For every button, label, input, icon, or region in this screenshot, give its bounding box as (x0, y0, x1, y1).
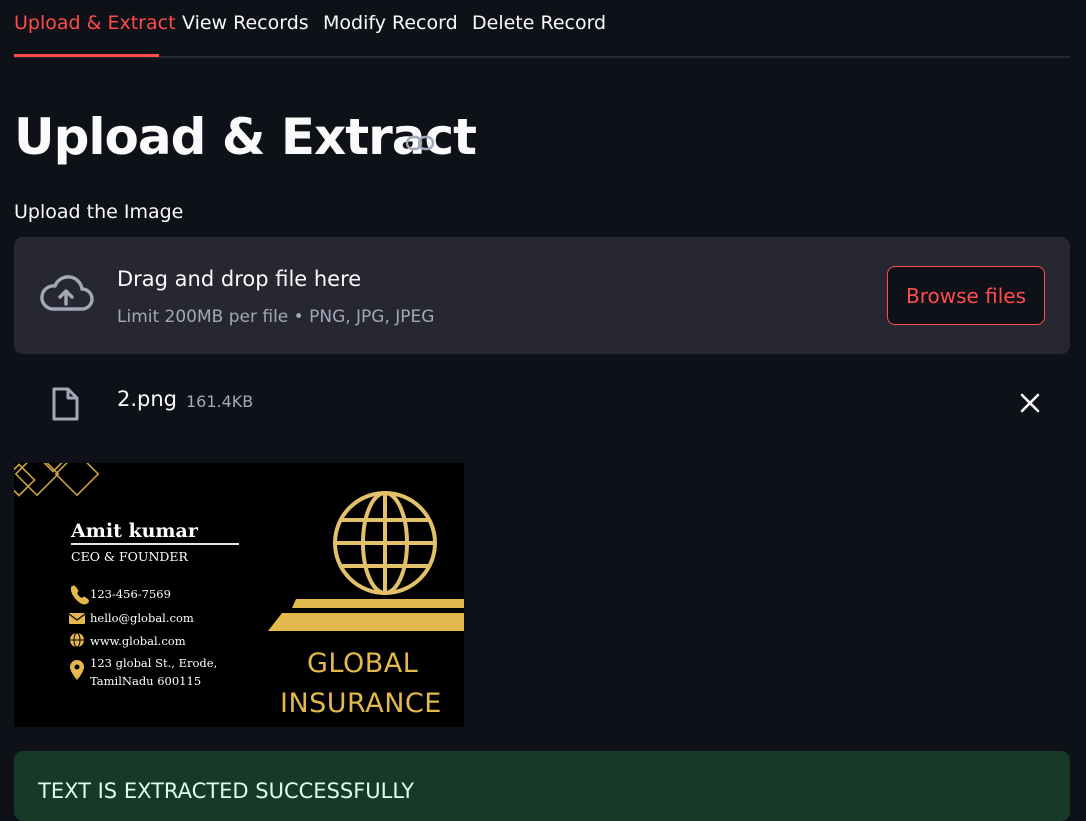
dropzone-title: Drag and drop file here (117, 267, 362, 291)
card-person-name: Amit kumar (71, 520, 198, 542)
success-message: TEXT IS EXTRACTED SUCCESSFULLY (38, 779, 415, 803)
card-email: hello@global.com (90, 611, 194, 625)
success-alert: TEXT IS EXTRACTED SUCCESSFULLY (14, 751, 1070, 821)
cloud-upload-icon (40, 275, 94, 311)
tab-view-records[interactable]: View Records (182, 12, 309, 34)
card-phone: 123-456-7569 (90, 587, 171, 601)
dropzone-limit-text: Limit 200MB per file • PNG, JPG, JPEG (117, 307, 435, 327)
tab-bar: Upload & Extract View Records Modify Rec… (14, 0, 1070, 58)
browse-files-button[interactable]: Browse files (887, 266, 1045, 325)
uploaded-file-size: 161.4KB (186, 392, 254, 411)
tab-modify-record[interactable]: Modify Record (323, 12, 458, 34)
uploaded-file-name: 2.png (117, 387, 178, 411)
uploaded-image-preview: Amit kumar CEO & FOUNDER 123-456-7569 he… (14, 463, 464, 727)
tab-delete-record[interactable]: Delete Record (472, 12, 606, 34)
link-icon[interactable] (405, 132, 435, 154)
active-tab-indicator (14, 54, 159, 57)
card-website: www.global.com (90, 634, 186, 648)
card-brand-line2: INSURANCE (280, 688, 442, 719)
uploader-label: Upload the Image (14, 201, 184, 223)
close-icon[interactable] (1017, 390, 1043, 416)
file-icon (52, 387, 79, 421)
card-address-line2: TamilNadu 600115 (90, 674, 202, 688)
file-dropzone[interactable]: Drag and drop file here Limit 200MB per … (14, 237, 1070, 354)
uploaded-file-row: 2.png 161.4KB (14, 370, 1070, 436)
card-name-underline (71, 543, 239, 545)
card-brand-line1: GLOBAL (307, 648, 419, 679)
tab-upload-extract[interactable]: Upload & Extract (14, 12, 176, 34)
card-person-title: CEO & FOUNDER (71, 549, 188, 564)
card-address-line1: 123 global St., Erode, (90, 656, 218, 670)
